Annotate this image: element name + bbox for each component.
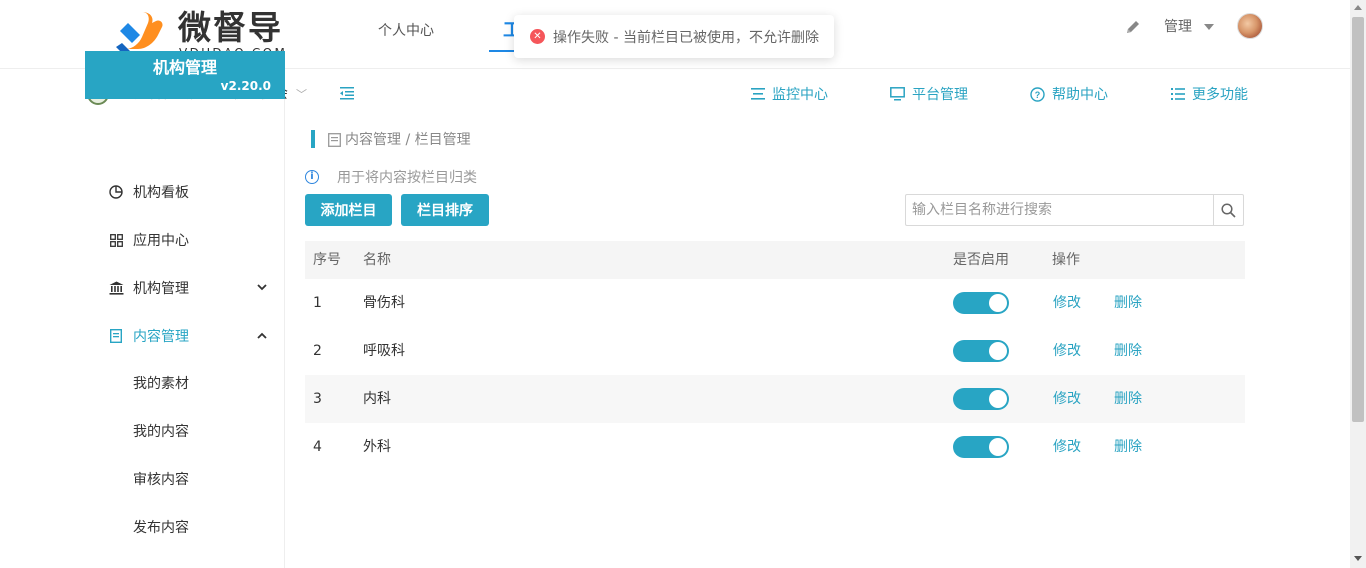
tool-help-center[interactable]: ? 帮助中心: [1030, 85, 1108, 103]
edit-link[interactable]: 修改: [1053, 294, 1081, 312]
chevron-down-icon: [257, 280, 267, 294]
row-name: 内科: [363, 391, 391, 407]
enabled-toggle[interactable]: [953, 292, 1009, 314]
topnav-personal-center[interactable]: 个人中心: [378, 22, 434, 40]
sidebar-subitem-my-materials[interactable]: 我的素材: [85, 360, 285, 408]
delete-link[interactable]: 删除: [1114, 438, 1142, 456]
sidebar-item-content-management[interactable]: 内容管理: [85, 312, 285, 360]
sidebar-item-label: 应用中心: [133, 233, 189, 249]
document-icon: [328, 133, 341, 147]
toast-message: 操作失败 - 当前栏目已被使用，不允许删除: [553, 29, 819, 46]
avatar[interactable]: [1237, 13, 1263, 39]
delete-link[interactable]: 删除: [1114, 342, 1142, 360]
search-input[interactable]: [905, 194, 1213, 226]
tool-platform-management[interactable]: 平台管理: [890, 85, 968, 103]
sidebar-item-org-management[interactable]: 机构管理: [85, 264, 285, 312]
sidebar-item-app-center[interactable]: 应用中心: [85, 216, 285, 264]
row-name: 骨伤科: [363, 295, 405, 311]
caret-down-icon[interactable]: [1204, 24, 1214, 30]
sidebar-subitem-my-content[interactable]: 我的内容: [85, 408, 285, 456]
user-menu-label[interactable]: 管理: [1164, 17, 1192, 37]
sidebar-item-label: 机构看板: [133, 185, 189, 201]
svg-text:?: ?: [1035, 90, 1041, 100]
row-index: 4: [313, 439, 322, 455]
brand-name: 微督导: [178, 8, 283, 47]
sidebar-item-dashboard[interactable]: 机构看板: [85, 168, 285, 216]
version-label: v2.20.0: [220, 79, 271, 93]
enabled-toggle[interactable]: [953, 388, 1009, 410]
header-actions: 操作: [1052, 252, 1080, 268]
tool-label: 更多功能: [1192, 87, 1248, 103]
delete-link[interactable]: 删除: [1114, 294, 1142, 312]
edit-link[interactable]: 修改: [1053, 438, 1081, 456]
header-name: 名称: [363, 252, 391, 268]
list-icon: [1171, 88, 1185, 100]
scrollbar-thumb[interactable]: [1352, 17, 1364, 422]
sidebar-header: 机构管理 v2.20.0: [85, 51, 285, 99]
search-icon: [1221, 202, 1236, 218]
row-index: 2: [313, 343, 322, 359]
row-index: 1: [313, 295, 322, 311]
monitor-list-icon: [751, 88, 765, 100]
page-scrollbar[interactable]: [1350, 0, 1366, 568]
info-icon: i: [305, 170, 319, 184]
table-row: 4 外科 修改 删除: [305, 423, 1245, 471]
scroll-down-arrow-icon[interactable]: [1354, 556, 1362, 561]
pie-chart-icon: [108, 184, 124, 200]
document-icon: [108, 328, 124, 344]
row-name: 外科: [363, 439, 391, 455]
page-description: 用于将内容按栏目归类: [337, 170, 477, 186]
table-row: 2 呼吸科 修改 删除: [305, 327, 1245, 375]
table-row: 1 骨伤科 修改 删除: [305, 279, 1245, 327]
sidebar-subitem-review-content[interactable]: 审核内容: [85, 456, 285, 504]
tool-label: 帮助中心: [1052, 87, 1108, 103]
row-index: 3: [313, 391, 322, 407]
edit-link[interactable]: 修改: [1053, 390, 1081, 408]
pencil-icon[interactable]: [1125, 19, 1141, 35]
add-column-button[interactable]: 添加栏目: [305, 194, 392, 226]
sidebar-item-label: 内容管理: [133, 329, 189, 345]
error-toast: ✕ 操作失败 - 当前栏目已被使用，不允许删除: [514, 15, 834, 58]
tool-more-functions[interactable]: 更多功能: [1171, 85, 1248, 103]
sidebar-subitem-publish-content[interactable]: 发布内容: [85, 504, 285, 552]
chevron-up-icon: [257, 328, 267, 342]
header-enabled: 是否启用: [953, 252, 1009, 268]
row-name: 呼吸科: [363, 343, 405, 359]
enabled-toggle[interactable]: [953, 340, 1009, 362]
enabled-toggle[interactable]: [953, 436, 1009, 458]
tool-label: 监控中心: [772, 87, 828, 103]
grid-icon: [108, 232, 124, 248]
tool-monitor-center[interactable]: 监控中心: [751, 85, 828, 103]
help-circle-icon: ?: [1030, 86, 1045, 102]
search-button[interactable]: [1213, 194, 1244, 226]
collapse-menu-icon[interactable]: [339, 85, 355, 101]
table-header: 序号 名称 是否启用 操作: [305, 241, 1245, 279]
header-index: 序号: [313, 252, 341, 268]
desktop-icon: [890, 87, 905, 101]
bank-icon: [108, 280, 124, 296]
breadcrumb-accent: [311, 130, 315, 148]
breadcrumb: 内容管理 / 栏目管理: [345, 132, 471, 148]
edit-link[interactable]: 修改: [1053, 342, 1081, 360]
close-circle-icon: ✕: [530, 29, 545, 44]
tool-label: 平台管理: [912, 87, 968, 103]
delete-link[interactable]: 删除: [1114, 390, 1142, 408]
chevron-down-icon[interactable]: ﹀: [296, 86, 307, 102]
scroll-up-arrow-icon[interactable]: [1354, 5, 1362, 10]
sort-columns-button[interactable]: 栏目排序: [401, 194, 489, 226]
sidebar-title: 机构管理: [152, 58, 217, 77]
table-row: 3 内科 修改 删除: [305, 375, 1245, 423]
sidebar-item-label: 机构管理: [133, 281, 189, 297]
